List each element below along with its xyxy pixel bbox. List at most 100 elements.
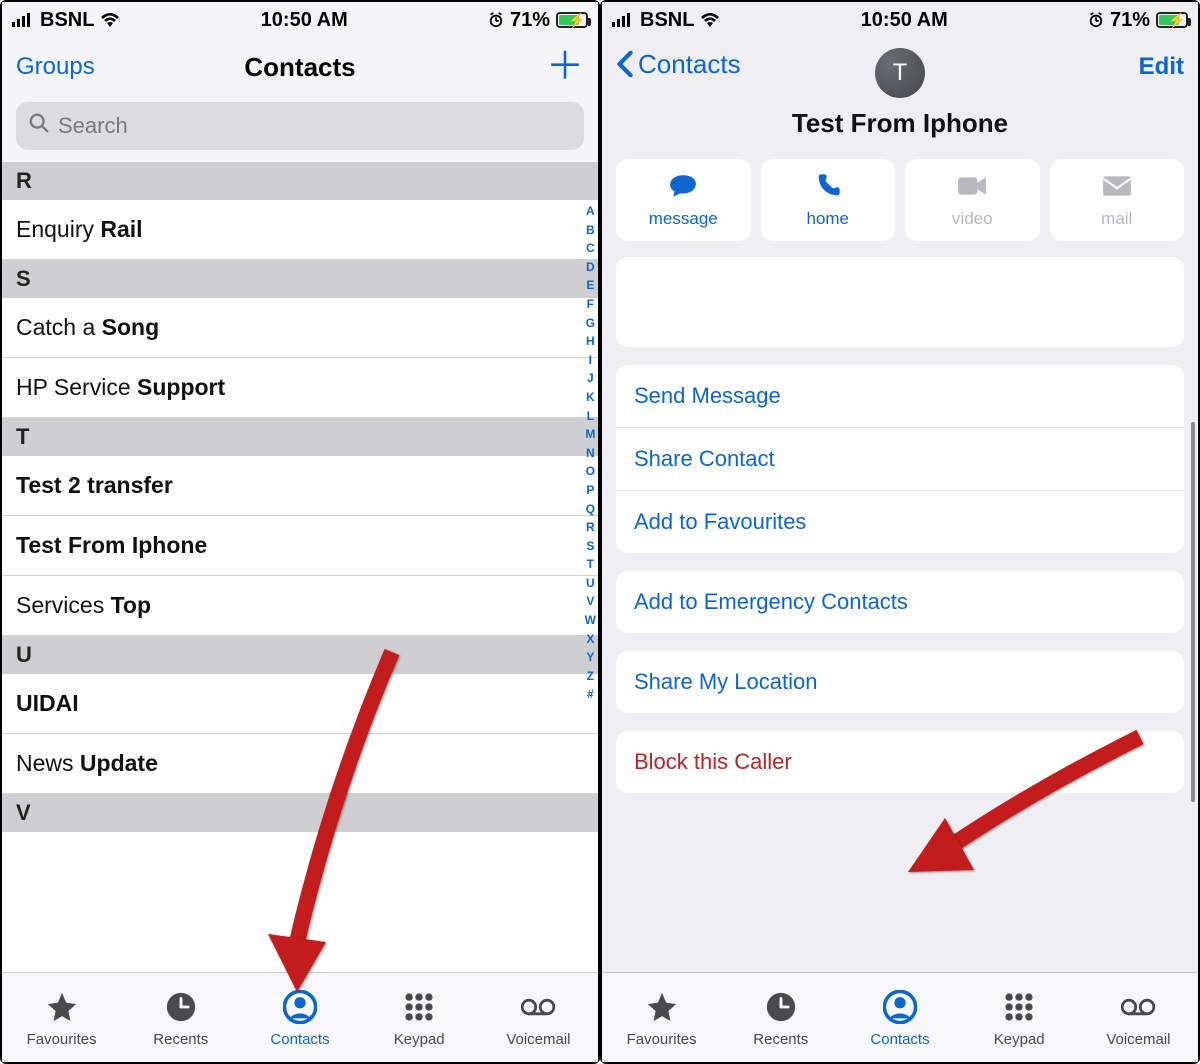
contacts-list-screen: BSNL 10:50 AM 71% ⚡ Groups Contacts ＋ Se… — [0, 0, 600, 1064]
contact-row[interactable]: Catch a Song — [2, 298, 598, 358]
clock-icon — [764, 987, 798, 1027]
voicemail-icon — [1121, 987, 1155, 1027]
index-letter[interactable]: D — [586, 258, 595, 277]
search-wrap: Search — [2, 96, 598, 162]
index-letter[interactable]: E — [586, 276, 594, 295]
video-icon — [957, 172, 987, 205]
index-letter[interactable]: S — [586, 537, 594, 556]
contact-row[interactable]: Test From Iphone — [2, 516, 598, 576]
battery-icon: ⚡ — [1156, 12, 1188, 28]
index-letter[interactable]: J — [587, 369, 594, 388]
carrier-label: BSNL — [40, 9, 94, 32]
tab-contacts[interactable]: Contacts — [840, 973, 959, 1062]
clock-icon — [164, 987, 198, 1027]
keypad-icon — [1002, 987, 1036, 1027]
alarm-icon — [488, 12, 504, 28]
index-letter[interactable]: R — [586, 518, 595, 537]
index-letter[interactable]: Z — [587, 667, 594, 686]
option-row[interactable]: Add to Emergency Contacts — [616, 571, 1184, 633]
tab-voicemail[interactable]: Voicemail — [479, 973, 598, 1062]
index-letter[interactable]: Q — [586, 500, 595, 519]
index-letter[interactable]: W — [585, 611, 596, 630]
index-letter[interactable]: C — [586, 239, 595, 258]
tab-recents[interactable]: Recents — [721, 973, 840, 1062]
action-home[interactable]: home — [761, 159, 896, 241]
option-row[interactable]: Block this Caller — [616, 731, 1184, 793]
contact-row[interactable]: News Update — [2, 734, 598, 794]
status-bar: BSNL 10:50 AM 71% ⚡ — [2, 2, 598, 38]
tab-label: Favourites — [627, 1031, 697, 1048]
tab-keypad[interactable]: Keypad — [360, 973, 479, 1062]
section-header: R — [2, 162, 598, 200]
index-letter[interactable]: L — [587, 407, 594, 426]
info-card-blank — [616, 257, 1184, 347]
index-letter[interactable]: K — [586, 388, 595, 407]
index-letter[interactable]: # — [587, 685, 594, 704]
index-letter[interactable]: M — [585, 425, 595, 444]
actions-card-4: Block this Caller — [616, 731, 1184, 793]
index-letter[interactable]: F — [587, 295, 594, 314]
index-letter[interactable]: V — [586, 592, 594, 611]
option-row[interactable]: Add to Favourites — [616, 491, 1184, 553]
contact-row[interactable]: Test 2 transfer — [2, 456, 598, 516]
message-icon — [668, 172, 698, 205]
section-header: S — [2, 260, 598, 298]
section-header: V — [2, 794, 598, 832]
contact-name: Test From Iphone — [792, 108, 1008, 139]
option-row[interactable]: Share My Location — [616, 651, 1184, 713]
tab-keypad[interactable]: Keypad — [960, 973, 1079, 1062]
star-icon — [645, 987, 679, 1027]
status-bar: BSNL 10:50 AM 71% ⚡ — [602, 2, 1198, 38]
contact-header: T Test From Iphone — [602, 96, 1198, 159]
search-input[interactable]: Search — [16, 102, 584, 150]
index-letter[interactable]: I — [589, 351, 592, 370]
tab-contacts[interactable]: Contacts — [240, 973, 359, 1062]
tab-favourites[interactable]: Favourites — [2, 973, 121, 1062]
page-title: Contacts — [116, 52, 484, 83]
edit-button[interactable]: Edit — [1139, 53, 1184, 80]
index-letter[interactable]: B — [586, 221, 595, 240]
contacts-list[interactable]: REnquiry RailSCatch a SongHP Service Sup… — [2, 162, 598, 972]
tab-bar: Favourites RecentsContactsKeypadVoicemail — [2, 972, 598, 1062]
add-contact-button[interactable]: ＋ — [546, 46, 584, 88]
contact-row[interactable]: UIDAI — [2, 674, 598, 734]
tab-bar: Favourites RecentsContacts Keypad Voicemail — [602, 972, 1198, 1062]
back-button[interactable]: Contacts — [616, 49, 741, 80]
action-label: video — [952, 209, 993, 229]
nav-bar: Groups Contacts ＋ — [2, 38, 598, 96]
index-letter[interactable]: X — [586, 630, 594, 649]
index-letter[interactable]: O — [586, 462, 595, 481]
battery-icon: ⚡ — [556, 12, 588, 28]
carrier-label: BSNL — [640, 9, 694, 32]
index-letter[interactable]: U — [586, 574, 595, 593]
search-icon — [28, 112, 50, 140]
contact-row[interactable]: HP Service Support — [2, 358, 598, 418]
alphabet-index[interactable]: ABCDEFGHIJKLMNOPQRSTUVWXYZ# — [585, 202, 596, 704]
index-letter[interactable]: T — [587, 555, 594, 574]
index-letter[interactable]: H — [586, 332, 595, 351]
avatar: T — [875, 48, 925, 98]
contact-row[interactable]: Services Top — [2, 576, 598, 636]
tab-recents[interactable]: Recents — [121, 973, 240, 1062]
option-row[interactable]: Send Message — [616, 365, 1184, 428]
wifi-icon — [700, 12, 720, 28]
contact-icon — [283, 987, 317, 1027]
action-label: home — [806, 209, 849, 229]
index-letter[interactable]: P — [586, 481, 594, 500]
index-letter[interactable]: N — [586, 444, 595, 463]
contact-row[interactable]: Enquiry Rail — [2, 200, 598, 260]
tab-favourites[interactable]: Favourites — [602, 973, 721, 1062]
tab-label: Keypad — [994, 1031, 1045, 1048]
action-message[interactable]: message — [616, 159, 751, 241]
groups-button[interactable]: Groups — [16, 53, 95, 80]
section-header: U — [2, 636, 598, 674]
option-row[interactable]: Share Contact — [616, 428, 1184, 491]
tab-voicemail[interactable]: Voicemail — [1079, 973, 1198, 1062]
index-letter[interactable]: A — [586, 202, 595, 221]
index-letter[interactable]: Y — [586, 648, 594, 667]
phone-icon — [813, 172, 843, 205]
index-letter[interactable]: G — [586, 314, 595, 333]
action-video: video — [905, 159, 1040, 241]
tab-label: Voicemail — [1106, 1031, 1170, 1048]
tab-label: Favourites — [27, 1031, 97, 1048]
